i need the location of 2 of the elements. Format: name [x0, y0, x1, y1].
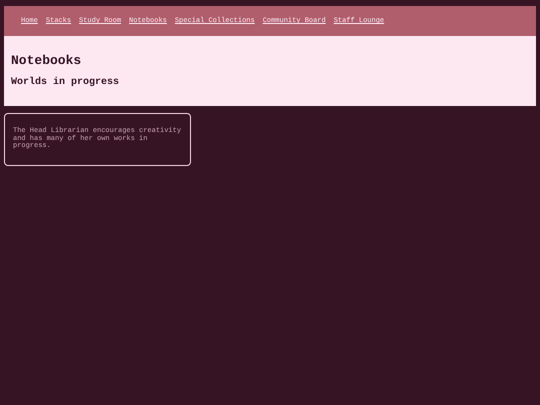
page-subtitle: Worlds in progress: [11, 77, 120, 88]
page-title: Notebooks: [11, 53, 82, 68]
